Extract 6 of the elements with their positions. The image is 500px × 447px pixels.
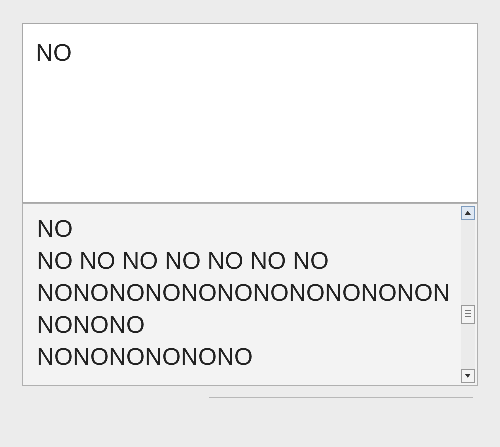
list-item[interactable]: NONONONONONONONONONONON <box>37 278 450 310</box>
list-item[interactable]: NO NO NO NO NO NO NO <box>37 246 330 278</box>
list-item[interactable]: NONONO <box>37 310 145 342</box>
list-item[interactable]: NO <box>37 214 73 246</box>
list-item[interactable]: NONONONONONO <box>37 342 253 374</box>
text-area[interactable]: NO <box>22 23 478 203</box>
